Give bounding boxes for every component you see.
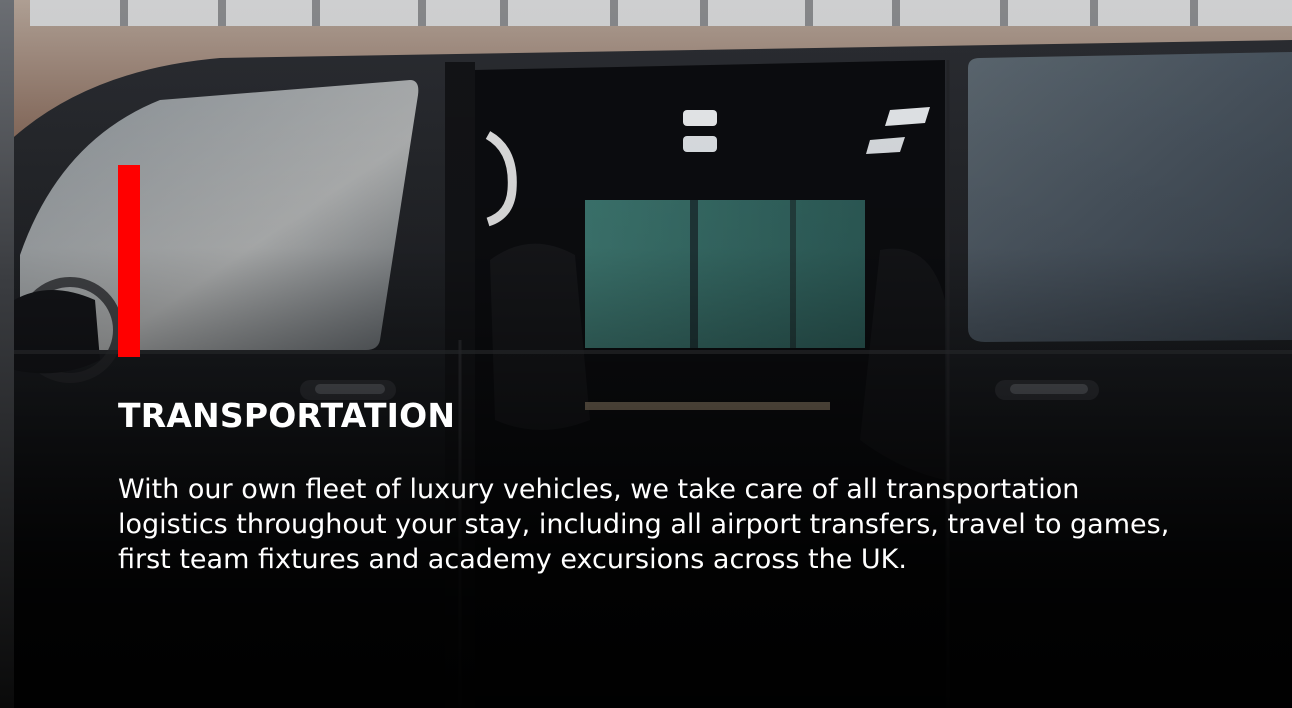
dark-gradient-overlay [0,0,1292,708]
transportation-hero: TRANSPORTATION With our own fleet of lux… [0,0,1292,708]
left-edge-strip [0,0,14,708]
section-description: With our own fleet of luxury vehicles, w… [118,474,1170,575]
section-title: TRANSPORTATION [118,396,456,435]
red-accent-bar [118,165,140,357]
